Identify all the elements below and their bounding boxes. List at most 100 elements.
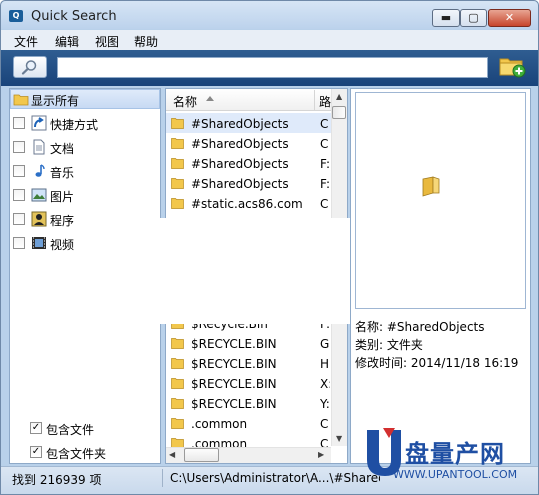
folder-icon — [171, 338, 184, 349]
app-icon: Q — [9, 10, 23, 22]
column-divider[interactable] — [314, 90, 315, 110]
document-icon — [33, 139, 45, 155]
item-name: #SharedObjects — [191, 117, 289, 131]
filter-shortcut[interactable]: 快捷方式 — [13, 113, 153, 133]
close-button[interactable]: ✕ — [488, 9, 531, 27]
folder-icon — [422, 176, 440, 197]
menu-edit[interactable]: 编辑 — [55, 33, 79, 50]
filter-music-label: 音乐 — [50, 166, 75, 180]
filter-program[interactable]: 程序 — [13, 209, 153, 229]
item-name: #SharedObjects — [191, 177, 289, 191]
filter-show-all-label: 显示所有 — [31, 94, 80, 108]
list-item[interactable]: $RECYCLE.BIN G — [166, 333, 331, 353]
include-folders-option[interactable]: ✓ 包含文件夹 — [30, 442, 170, 462]
folder-icon — [171, 398, 184, 409]
selected-path: C:\Users\Administrator\A...\#SharedObjec… — [170, 471, 380, 485]
filter-program-checkbox[interactable] — [13, 213, 25, 225]
result-count: 找到 216939 项 — [12, 473, 102, 487]
list-item[interactable]: $RECYCLE.BIN X: — [166, 373, 331, 393]
item-name: $RECYCLE.BIN — [191, 397, 277, 411]
scroll-right-arrow[interactable]: ▶ — [318, 450, 324, 459]
item-name: #SharedObjects — [191, 157, 289, 171]
include-files-checkbox[interactable]: ✓ — [30, 422, 42, 434]
folder-icon — [171, 118, 184, 129]
filter-video-checkbox[interactable] — [13, 237, 25, 249]
filter-show-all[interactable]: 显示所有 — [10, 89, 160, 109]
preview-thumbnail — [355, 92, 526, 309]
window-title: Quick Search — [31, 9, 117, 24]
filter-video-label: 视频 — [50, 238, 75, 252]
preview-name: 名称: #SharedObjects — [355, 320, 485, 334]
item-path: C — [320, 117, 329, 131]
menu-help[interactable]: 帮助 — [134, 33, 158, 50]
filter-shortcut-checkbox[interactable] — [13, 117, 25, 129]
item-path: F: — [320, 157, 330, 171]
include-folders-checkbox[interactable]: ✓ — [30, 446, 42, 458]
list-item[interactable]: $RECYCLE.BIN Y: — [166, 393, 331, 413]
music-icon — [35, 164, 45, 177]
scroll-down-arrow[interactable]: ▼ — [336, 434, 342, 443]
include-files-option[interactable]: ✓ 包含文件 — [30, 418, 170, 438]
search-icon — [21, 60, 37, 75]
folder-add-icon[interactable] — [498, 53, 526, 79]
list-item[interactable]: .common C — [166, 413, 331, 433]
item-path: X: — [320, 377, 330, 391]
vertical-scroll-thumb[interactable] — [332, 106, 346, 119]
column-header-path[interactable]: 路 — [319, 93, 331, 110]
search-input[interactable] — [57, 57, 488, 78]
folder-icon — [13, 94, 29, 106]
menu-bar — [1, 30, 538, 50]
list-item[interactable]: #SharedObjects C — [166, 133, 331, 153]
filter-music-checkbox[interactable] — [13, 165, 25, 177]
picture-icon — [31, 188, 47, 202]
item-name: .common — [191, 417, 248, 431]
scroll-left-arrow[interactable]: ◀ — [169, 450, 175, 459]
folder-icon — [171, 158, 184, 169]
folder-icon — [171, 358, 184, 369]
filter-picture-checkbox[interactable] — [13, 189, 25, 201]
filter-music[interactable]: 音乐 — [13, 161, 153, 181]
watermark-url: WWW.UPANTOOL.COM — [393, 468, 518, 481]
item-name: $RECYCLE.BIN — [191, 357, 277, 371]
menu-file[interactable]: 文件 — [14, 33, 38, 50]
list-item[interactable]: #SharedObjects C — [166, 113, 331, 133]
filter-document[interactable]: 文档 — [13, 137, 153, 157]
column-header-name[interactable]: 名称 — [173, 93, 197, 110]
item-name: $RECYCLE.BIN — [191, 377, 277, 391]
filter-program-label: 程序 — [50, 214, 75, 228]
include-folders-label: 包含文件夹 — [46, 447, 107, 461]
filter-picture[interactable]: 图片 — [13, 185, 153, 205]
menu-view[interactable]: 视图 — [95, 33, 119, 50]
preview-type: 类别: 文件夹 — [355, 338, 423, 352]
list-item[interactable]: #SharedObjects F: — [166, 153, 331, 173]
horizontal-scroll-thumb[interactable] — [184, 448, 219, 462]
render-gap — [160, 218, 350, 324]
filter-shortcut-label: 快捷方式 — [50, 118, 99, 132]
item-name: #SharedObjects — [191, 137, 289, 151]
list-item[interactable]: #SharedObjects F: — [166, 173, 331, 193]
maximize-button[interactable]: ▢ — [460, 9, 487, 27]
preview-modified: 修改时间: 2014/11/18 16:19 — [355, 356, 519, 370]
minimize-button[interactable]: ▬ — [432, 9, 460, 27]
item-path: Y: — [320, 397, 330, 411]
folder-icon — [171, 198, 184, 209]
filter-document-label: 文档 — [50, 142, 75, 156]
item-path: C — [320, 417, 329, 431]
filter-video[interactable]: 视频 — [13, 233, 153, 253]
watermark: 盘量产网 WWW.UPANTOOL.COM — [363, 428, 533, 490]
list-item[interactable]: #static.acs86.com C — [166, 193, 331, 213]
shortcut-icon — [31, 115, 47, 131]
folder-icon — [171, 418, 184, 429]
item-path: G — [320, 337, 330, 351]
scroll-up-arrow[interactable]: ▲ — [336, 92, 342, 101]
folder-icon — [171, 378, 184, 389]
folder-icon — [171, 178, 184, 189]
include-files-label: 包含文件 — [46, 423, 95, 437]
watermark-brand: 盘量产网 — [405, 440, 505, 468]
filter-document-checkbox[interactable] — [13, 141, 25, 153]
item-path: C — [320, 137, 329, 151]
item-path: C — [320, 197, 329, 211]
list-item[interactable]: $RECYCLE.BIN H — [166, 353, 331, 373]
video-icon — [32, 237, 46, 249]
status-divider — [162, 469, 163, 487]
